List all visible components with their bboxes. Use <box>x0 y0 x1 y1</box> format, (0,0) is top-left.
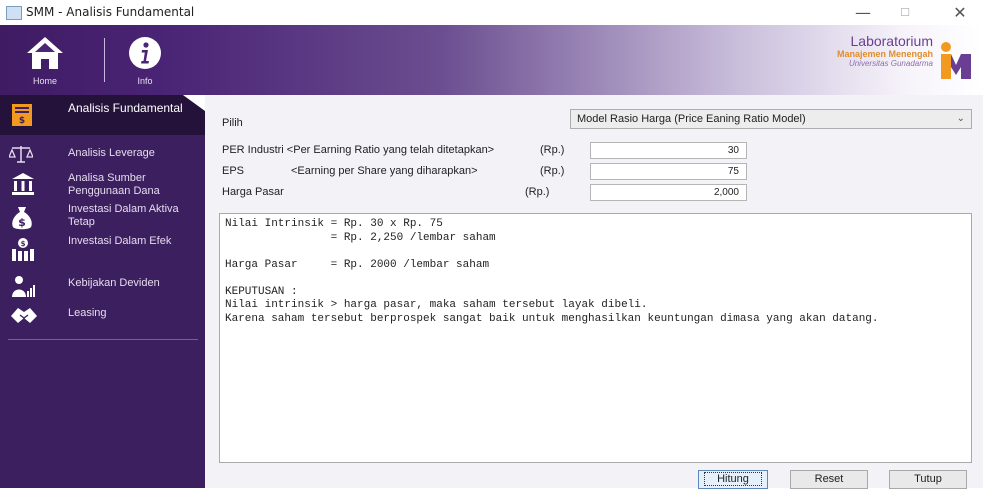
home-icon <box>27 37 63 69</box>
maximize-button[interactable]: ☐ <box>885 2 925 24</box>
info-button[interactable]: Info <box>115 25 175 95</box>
pilih-label: Pilih <box>222 117 243 129</box>
sidebar-item-analisis-leverage[interactable]: Analisis Leverage <box>0 142 205 166</box>
sidebar-item-label: Investasi Dalam Aktiva Tetap <box>68 203 179 228</box>
logo-line1: Laboratorium <box>850 33 934 49</box>
sidebar-item-analisa-sumber[interactable]: Analisa Sumber Penggunaan Dana <box>0 169 205 199</box>
sidebar-item-label: Leasing <box>68 307 107 319</box>
model-select[interactable]: Model Rasio Harga (Price Eaning Ratio Mo… <box>570 109 972 129</box>
chevron-down-icon: ⌄ <box>956 113 965 124</box>
sidebar-divider <box>8 339 198 340</box>
stock-building-icon: $ <box>12 238 34 261</box>
svg-text:$: $ <box>21 240 26 248</box>
title-bar: SMM - Analisis Fundamental — ☐ ✕ <box>0 0 983 26</box>
header-banner: Home Info Laboratorium Manajemen Menenga… <box>0 25 983 95</box>
dollar-document-icon: $ <box>12 104 32 126</box>
scale-icon <box>9 146 33 163</box>
tutup-button[interactable]: Tutup <box>889 470 967 489</box>
lab-logo-m-icon <box>941 42 971 79</box>
sidebar-item-leasing[interactable]: Leasing <box>0 303 205 327</box>
main-content: Pilih Model Rasio Harga (Price Eaning Ra… <box>205 95 983 489</box>
header-divider <box>104 38 105 82</box>
sidebar-item-investasi-efek[interactable]: $ Investasi Dalam Efek <box>0 233 205 265</box>
sidebar-item-investasi-aktiva[interactable]: $ Investasi Dalam Aktiva Tetap <box>0 201 205 233</box>
sidebar-item-analisis-fundamental[interactable]: $ Analisis Fundamental <box>0 95 205 135</box>
sidebar-item-label: Analisis Leverage <box>68 147 155 159</box>
handshake-icon <box>11 308 37 323</box>
eps-desc-label: <Earning per Share yang diharapkan> <box>291 165 478 177</box>
hitung-button[interactable]: Hitung <box>698 470 768 489</box>
info-icon <box>129 37 161 69</box>
logo-line2: Manajemen Menengah <box>836 49 933 59</box>
eps-field[interactable]: 75 <box>590 163 747 180</box>
person-chart-icon <box>12 276 35 297</box>
svg-text:$: $ <box>19 116 25 126</box>
per-unit-label: (Rp.) <box>540 144 565 156</box>
money-bag-icon: $ <box>12 207 32 230</box>
close-window-button[interactable]: ✕ <box>940 2 980 24</box>
lab-logo-text: Laboratorium Manajemen Menengah Universi… <box>837 33 933 68</box>
minimize-button[interactable]: — <box>843 2 883 24</box>
eps-label: EPS <box>222 165 245 177</box>
reset-button[interactable]: Reset <box>790 470 868 489</box>
sidebar-item-label: Analisis Fundamental <box>68 101 183 115</box>
harga-pasar-label: Harga Pasar <box>222 186 284 198</box>
svg-text:$: $ <box>18 216 26 229</box>
logo-line3: Universitas Gunadarma <box>848 59 933 68</box>
sidebar-item-label: Analisa Sumber Penggunaan Dana <box>68 172 160 197</box>
model-select-value: Model Rasio Harga (Price Eaning Ratio Mo… <box>577 113 806 125</box>
sidebar-item-label: Investasi Dalam Efek <box>68 235 172 247</box>
home-label: Home <box>32 76 57 86</box>
harga-unit-label: (Rp.) <box>525 186 550 198</box>
java-app-icon <box>6 6 22 20</box>
home-button[interactable]: Home <box>15 25 75 95</box>
per-industri-field[interactable]: 30 <box>590 142 747 159</box>
active-corner-mark <box>183 95 205 111</box>
sidebar-item-label: Kebijakan Deviden <box>68 277 160 289</box>
sidebar: $ Analisis Fundamental Analisis Leverage… <box>0 95 205 488</box>
per-industri-label: PER Industri <Per Earning Ratio yang tel… <box>222 144 495 156</box>
info-label: Info <box>137 76 153 86</box>
harga-pasar-field[interactable]: 2,000 <box>590 184 747 201</box>
eps-unit-label: (Rp.) <box>540 165 565 177</box>
bank-icon <box>12 173 34 195</box>
hitung-label: Hitung <box>704 472 762 486</box>
window-title: SMM - Analisis Fundamental <box>26 5 195 19</box>
sidebar-item-kebijakan-deviden[interactable]: Kebijakan Deviden <box>0 273 205 299</box>
result-textarea[interactable]: Nilai Intrinsik = Rp. 30 x Rp. 75 = Rp. … <box>219 213 972 463</box>
